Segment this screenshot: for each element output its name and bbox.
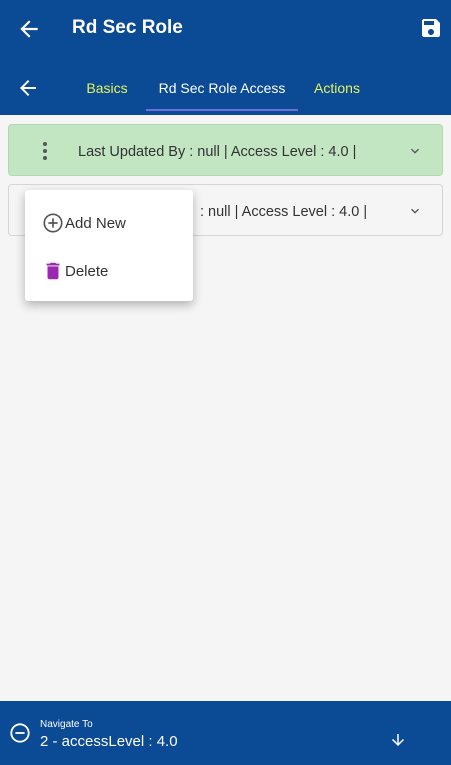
tab-basics[interactable]: Basics [86,60,128,112]
list-item-text: : null | Access Level : 4.0 | [200,204,368,220]
add-new-label: Add New [65,215,126,232]
tab-bar: Basics Rd Sec Role Access Actions [0,60,451,115]
save-icon[interactable] [419,16,443,40]
more-vertical-icon[interactable] [39,141,51,161]
arrow-down-icon[interactable] [389,731,407,749]
context-menu: Add New Delete [25,190,193,301]
page-title: Rd Sec Role [72,17,183,38]
plus-circle-icon [43,213,63,233]
chevron-down-icon[interactable] [407,143,423,159]
add-new-menu-item[interactable]: Add New [25,201,193,245]
trash-icon [46,262,60,280]
arrow-left-icon[interactable] [16,76,40,100]
delete-label: Delete [65,263,109,280]
navigate-bar: Navigate To 2 - accessLevel : 4.0 [0,701,451,765]
tab-actions[interactable]: Actions [310,60,364,112]
navigate-value: 2 - accessLevel : 4.0 [40,733,178,750]
active-tab-indicator [146,109,298,111]
tab-rd-sec-role-access[interactable]: Rd Sec Role Access [146,60,298,112]
minus-circle-icon[interactable] [9,722,31,744]
list-item-text: Last Updated By : null | Access Level : … [78,144,357,160]
delete-menu-item[interactable]: Delete [25,249,193,293]
navigate-label: Navigate To [40,719,93,730]
chevron-down-icon[interactable] [407,203,423,219]
arrow-left-icon[interactable] [16,16,42,42]
app-bar: Rd Sec Role [0,0,451,60]
list-item[interactable]: Last Updated By : null | Access Level : … [8,124,443,176]
